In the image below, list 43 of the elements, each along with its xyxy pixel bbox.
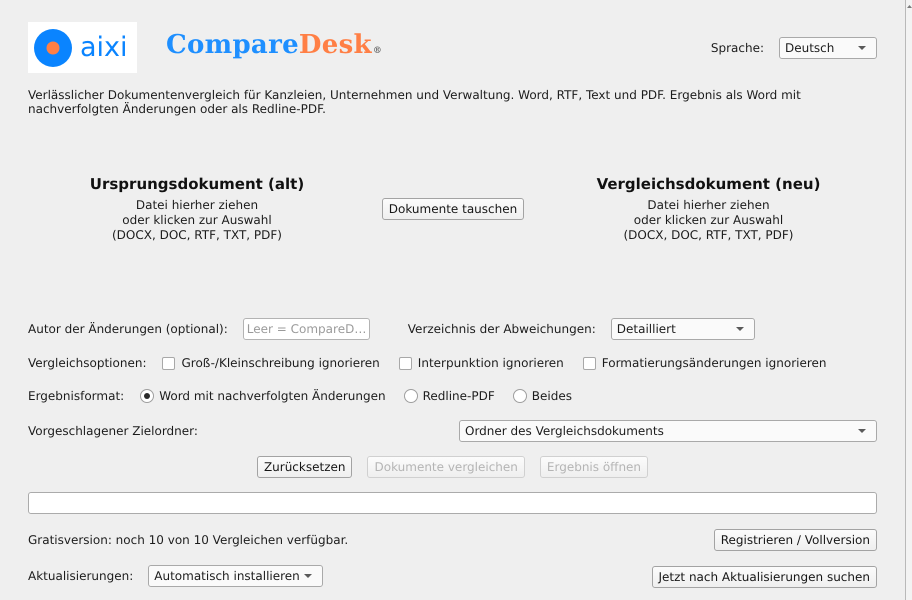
description-text: Verlässlicher Dokumentenvergleich für Kanzleien, Unternehmen und Verwaltung. Word, RTF, Text und PDF. Ergebnis als Word mit nachverfolgten Änderungen oder als Redline-PDF. <box>28 88 802 116</box>
radio-label: Beides <box>532 388 572 405</box>
checkbox[interactable] <box>162 356 176 370</box>
deviation-list-label: Verzeichnis der Abweichungen: <box>408 321 596 338</box>
app-title: CompareDesk® <box>166 28 382 62</box>
radio-button[interactable] <box>140 389 154 403</box>
revised-document-title: Vergleichsdokument (neu) <box>596 174 820 194</box>
checkbox-label: Groß-/Kleinschreibung ignorieren <box>181 355 380 372</box>
register-button[interactable]: Registrieren / Vollversion <box>714 529 877 551</box>
scroll-up-icon[interactable] <box>906 5 912 8</box>
radio-button[interactable] <box>512 389 527 403</box>
checkbox[interactable] <box>582 356 596 370</box>
language-label: Sprache: <box>710 40 764 56</box>
swap-documents-button[interactable]: Dokumente tauschen <box>382 198 524 220</box>
license-status-text: Gratisversion: noch 10 von 10 Vergleichen verfügbar. <box>28 532 348 549</box>
language-dropdown[interactable]: Deutsch <box>779 36 877 58</box>
radio-label: Word mit nachverfolgten Änderungen <box>159 388 386 405</box>
scrollbar[interactable] <box>905 0 912 600</box>
caret-icon <box>304 574 312 578</box>
checkbox-label: Interpunktion ignorieren <box>418 355 564 372</box>
radio-label: Redline-PDF <box>422 388 495 405</box>
radio-button[interactable] <box>404 389 418 403</box>
output-format-label: Ergebnisformat: <box>28 388 124 405</box>
logo-text: aixi <box>80 32 128 62</box>
author-input[interactable]: Leer = CompareD… <box>242 318 370 340</box>
original-document-drop-hint[interactable]: Datei hierher ziehen oder klicken zur Auswahl (DOCX, DOC, RTF, TXT, PDF) <box>112 198 282 243</box>
target-folder-dropdown[interactable]: Ordner des Vergleichsdokuments <box>459 420 877 442</box>
checkbox[interactable] <box>398 356 412 370</box>
circle-dot-icon <box>34 28 72 66</box>
author-label: Autor der Änderungen (optional): <box>28 321 228 338</box>
updates-dropdown[interactable]: Automatisch installieren <box>148 565 324 587</box>
checkbox-label: Formatierungsänderungen ignorieren <box>602 355 826 372</box>
check-updates-button[interactable]: Jetzt nach Aktualisierungen suchen <box>652 566 877 588</box>
revised-document-drop-hint[interactable]: Datei hierher ziehen oder klicken zur Auswahl (DOCX, DOC, RTF, TXT, PDF) <box>624 198 794 243</box>
caret-icon <box>858 46 866 50</box>
caret-icon <box>858 429 866 433</box>
target-folder-label: Vorgeschlagener Zielordner: <box>28 423 198 440</box>
compare-options-label: Vergleichsoptionen: <box>28 355 146 372</box>
reset-button[interactable]: Zurücksetzen <box>256 456 352 478</box>
caret-icon <box>736 327 744 331</box>
updates-label: Aktualisierungen: <box>28 568 134 585</box>
original-document-title: Ursprungsdokument (alt) <box>90 174 304 194</box>
deviation-list-dropdown[interactable]: Detailliert <box>610 318 755 340</box>
